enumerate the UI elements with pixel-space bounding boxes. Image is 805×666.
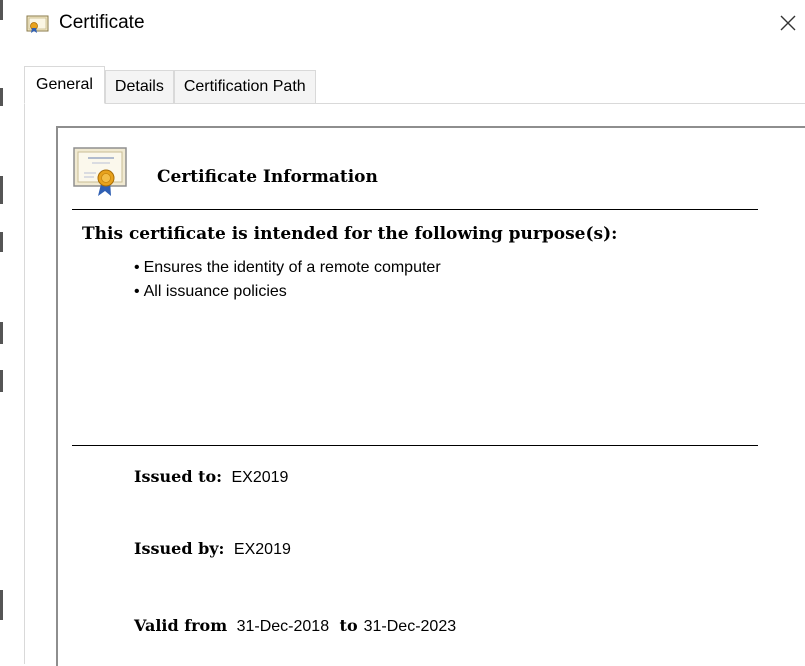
purpose-list: Ensures the identity of a remote compute… bbox=[134, 256, 441, 304]
certificate-icon bbox=[26, 14, 50, 34]
valid-to-value: 31-Dec-2023 bbox=[363, 618, 457, 635]
issued-to-row: Issued to: EX2019 bbox=[134, 465, 288, 490]
purpose-item: Ensures the identity of a remote compute… bbox=[134, 256, 441, 280]
close-icon bbox=[780, 15, 796, 31]
issued-to-value: EX2019 bbox=[231, 469, 289, 486]
issued-by-label: Issued by: bbox=[134, 539, 225, 558]
tab-strip: General Details Certification Path bbox=[24, 66, 316, 104]
tab-general[interactable]: General bbox=[24, 66, 105, 104]
window-edge-mark bbox=[0, 176, 3, 204]
certificate-seal-icon bbox=[72, 146, 130, 198]
valid-to-label: to bbox=[339, 616, 358, 635]
divider bbox=[72, 209, 758, 210]
purpose-heading: This certificate is intended for the fol… bbox=[82, 224, 618, 244]
valid-from-label: Valid from bbox=[134, 616, 228, 635]
tab-details[interactable]: Details bbox=[104, 70, 174, 103]
issued-by-value: EX2019 bbox=[233, 541, 291, 558]
issued-to-label: Issued to: bbox=[134, 467, 223, 486]
certificate-info-frame bbox=[56, 126, 805, 666]
purpose-item: All issuance policies bbox=[134, 280, 441, 304]
divider bbox=[72, 445, 758, 446]
window-edge-mark bbox=[0, 232, 3, 252]
validity-row: Valid from 31-Dec-2018 to 31-Dec-2023 bbox=[134, 614, 456, 639]
window-edge-mark bbox=[0, 322, 3, 344]
window-edge-mark bbox=[0, 370, 3, 392]
window-edge-mark bbox=[0, 590, 3, 620]
window-title: Certificate bbox=[59, 12, 145, 33]
certificate-info-heading: Certificate Information bbox=[157, 167, 378, 187]
issued-by-row: Issued by: EX2019 bbox=[134, 537, 291, 562]
valid-from-value: 31-Dec-2018 bbox=[236, 618, 330, 635]
window-edge-mark bbox=[0, 88, 3, 106]
title-bar: Certificate bbox=[0, 0, 805, 48]
close-button[interactable] bbox=[771, 4, 805, 42]
tab-certification-path[interactable]: Certification Path bbox=[173, 70, 316, 103]
